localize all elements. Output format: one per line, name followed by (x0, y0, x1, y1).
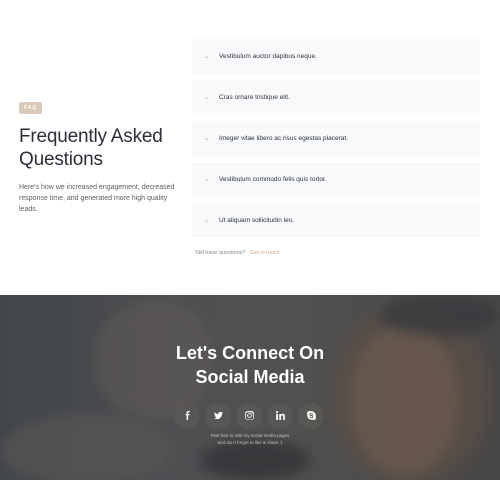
faq-title-line1: Frequently Asked (19, 126, 163, 147)
chevron-down-icon: ⌄ (204, 136, 210, 142)
social-title: Let's Connect On Social Media (0, 341, 500, 389)
faq-section: FAQ Frequently Asked Questions Here's ho… (0, 0, 500, 295)
social-title-line1: Let's Connect On (175, 343, 325, 363)
instagram-button[interactable] (236, 403, 262, 429)
faq-item[interactable]: ⌄ Cras ornare tristique elit. (192, 80, 480, 115)
skype-button[interactable] (298, 403, 324, 429)
social-section: Let's Connect On Social Media Feel free … (0, 295, 500, 480)
facebook-button[interactable] (174, 403, 200, 429)
faq-question: Integer vitae libero ac risus egestas pl… (219, 135, 348, 142)
social-note-line2: and don't forget to like & share :) (217, 440, 283, 445)
social-note-line1: Feel free to visit my social media pages (210, 433, 290, 438)
linkedin-button[interactable] (267, 403, 293, 429)
faq-question: Vestibulum commodo felis quis tortor. (219, 176, 327, 183)
faq-title-line2: Questions (19, 149, 103, 170)
twitter-button[interactable] (205, 403, 231, 429)
faq-accordion: ⌄ Vestibulum auctor dapibus neque. ⌄ Cra… (192, 39, 480, 244)
chevron-down-icon: ⌄ (204, 177, 210, 183)
faq-more-text: Still have questions? (195, 250, 246, 256)
skype-icon (306, 410, 316, 422)
chevron-down-icon: ⌄ (204, 218, 210, 224)
faq-intro: FAQ Frequently Asked Questions Here's ho… (19, 96, 179, 215)
faq-question: Cras ornare tristique elit. (219, 94, 290, 101)
chevron-down-icon: ⌄ (204, 54, 210, 60)
get-in-touch-link[interactable]: Get in touch (250, 250, 280, 256)
faq-contact-line: Still have questions? Get in touch (195, 250, 280, 256)
chevron-down-icon: ⌄ (204, 95, 210, 101)
faq-question: Vestibulum auctor dapibus neque. (219, 53, 317, 60)
twitter-icon (213, 411, 223, 422)
faq-item[interactable]: ⌄ Ut aliquam sollicitudin leo. (192, 203, 480, 238)
social-title-line2: Social Media (195, 367, 305, 387)
social-note: Feel free to visit my social media pages… (0, 432, 500, 446)
facebook-icon (183, 410, 192, 422)
faq-tag: FAQ (19, 102, 43, 114)
faq-question: Ut aliquam sollicitudin leo. (219, 217, 295, 224)
faq-title: Frequently Asked Questions (19, 125, 179, 171)
social-icons (174, 403, 324, 429)
linkedin-icon (275, 410, 285, 422)
faq-item[interactable]: ⌄ Vestibulum auctor dapibus neque. (192, 39, 480, 74)
faq-description: Here's how we increased engagement, decr… (19, 184, 175, 213)
faq-item[interactable]: ⌄ Vestibulum commodo felis quis tortor. (192, 162, 480, 197)
faq-item[interactable]: ⌄ Integer vitae libero ac risus egestas … (192, 121, 480, 156)
instagram-icon (244, 410, 254, 422)
